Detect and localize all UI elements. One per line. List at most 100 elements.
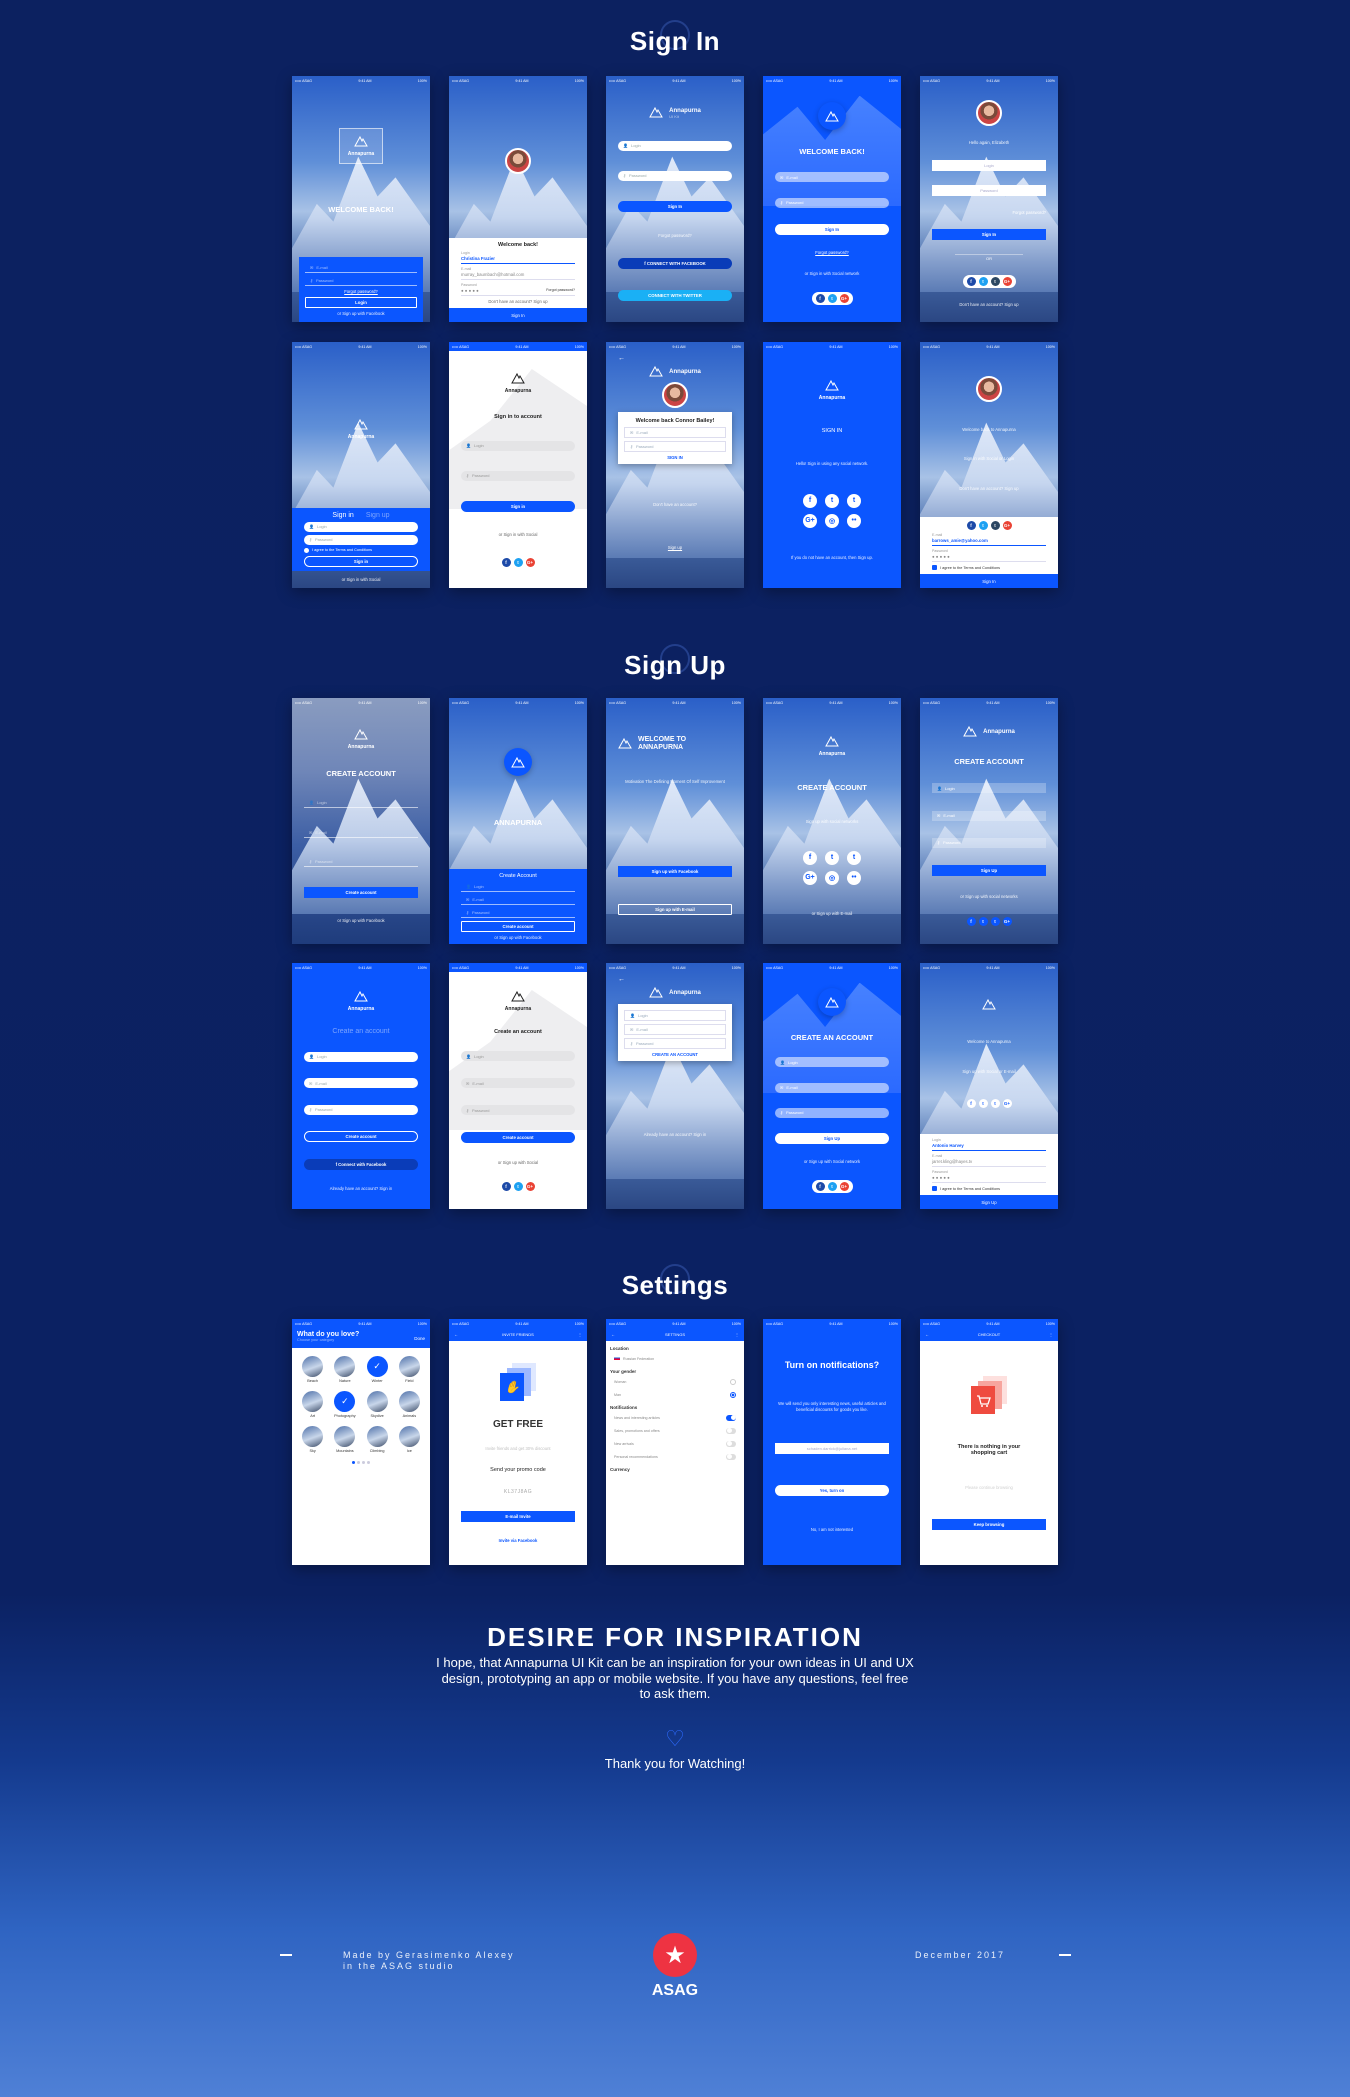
facebook-icon[interactable]: f	[815, 294, 825, 304]
action-button[interactable]: Create account	[461, 920, 575, 932]
password-input[interactable]: ⚷ Password	[304, 534, 418, 545]
action-button[interactable]: Sign In	[775, 223, 889, 235]
login-input[interactable]: 👤 Login	[618, 140, 732, 151]
twitter-icon[interactable]: t	[978, 1099, 988, 1109]
back-arrow-icon[interactable]: ←	[925, 1332, 929, 1337]
google-icon[interactable]: G+	[1002, 521, 1012, 530]
tumblr-icon[interactable]: t	[990, 916, 1000, 926]
login-input[interactable]: 👤 Login	[304, 521, 418, 532]
action-button[interactable]: Sign Up	[932, 865, 1046, 877]
tab-sign-in[interactable]: Sign in	[332, 512, 353, 519]
keep-browsing-button[interactable]: Keep browsing	[932, 1519, 1046, 1531]
checkbox-icon[interactable]	[932, 1186, 937, 1191]
notification-toggle[interactable]	[726, 1427, 736, 1434]
category-item[interactable]: ✓ Winter	[363, 1356, 392, 1383]
login-input[interactable]: 👤 Login	[461, 882, 575, 892]
action-button[interactable]: Sign in	[461, 500, 575, 512]
form-field[interactable]: Password ● ● ● ● ● Forgot password?	[461, 283, 575, 296]
action-button[interactable]: Sign in	[304, 555, 418, 567]
login-input[interactable]: 👤 Login	[304, 1051, 418, 1062]
page-dot[interactable]	[357, 1461, 360, 1464]
password-input[interactable]: ⚷ Password	[461, 1105, 575, 1116]
twitter-icon[interactable]: t	[978, 916, 988, 926]
twitter-icon[interactable]: t	[513, 1182, 523, 1192]
category-item[interactable]: Art	[298, 1391, 327, 1418]
category-item[interactable]: ✓ Photography	[330, 1391, 359, 1418]
login-input[interactable]: 👤 Login	[932, 783, 1046, 794]
password-input[interactable]: ⚷ Password	[304, 857, 418, 868]
page-dot[interactable]	[362, 1461, 365, 1464]
forgot-password-link[interactable]: Forgot password?	[546, 288, 575, 292]
done-button[interactable]: Done	[414, 1336, 425, 1341]
google-icon[interactable]: G+	[525, 1182, 535, 1192]
notification-toggle[interactable]	[726, 1440, 736, 1447]
form-field[interactable]: E-mail murray_baumbach@hotmail.com	[461, 267, 575, 280]
password-input[interactable]: ⚷ Password	[775, 1107, 889, 1118]
e-mail-input[interactable]: ✉ E-mail	[305, 263, 417, 273]
e-mail-input[interactable]: ✉ E-mail	[775, 172, 889, 183]
text-link[interactable]: CREATE AN ACCOUNT	[624, 1052, 726, 1057]
form-field[interactable]: E-mail jarret.kling@hayes.tv	[932, 1154, 1046, 1167]
back-arrow-icon[interactable]: ←	[454, 1332, 458, 1337]
twitter-icon[interactable]: t	[827, 294, 837, 304]
twitter-icon[interactable]: t	[978, 521, 988, 530]
more-menu-icon[interactable]: ⋮	[1049, 1332, 1053, 1337]
footer-button[interactable]: Sign In	[449, 308, 587, 322]
schaden-darrick-juliana-net-input[interactable]: schaden.darrick@juliana.net	[775, 1443, 889, 1455]
login-input[interactable]: Login	[932, 159, 1046, 171]
e-mail-input[interactable]: ✉ E-mail	[304, 828, 418, 838]
facebook-icon[interactable]: f	[966, 521, 976, 530]
password-input[interactable]: ⚷ Password	[624, 441, 726, 452]
password-input[interactable]: ⚷ Password	[305, 276, 417, 286]
action-button[interactable]: Create account	[304, 887, 418, 899]
back-arrow-icon[interactable]: ←	[611, 1332, 615, 1337]
invite-facebook-link[interactable]: Invite via Facebook	[499, 1538, 538, 1543]
e-mail-input[interactable]: ✉ E-mail	[775, 1082, 889, 1093]
form-field[interactable]: Password ● ● ● ● ●	[932, 549, 1046, 562]
twitter-icon[interactable]: t	[825, 493, 839, 508]
facebook-icon[interactable]: f	[815, 1181, 825, 1191]
action-button[interactable]: Create account	[461, 1131, 575, 1143]
text-link[interactable]: SIGN IN	[624, 455, 726, 460]
text-link[interactable]: Sign up	[668, 545, 682, 550]
google-icon[interactable]: G+	[1002, 276, 1012, 286]
form-field[interactable]: Password ● ● ● ● ●	[932, 1170, 1046, 1183]
e-mail-input[interactable]: ✉ E-mail	[932, 810, 1046, 821]
promo-code[interactable]: KL37J8AG	[504, 1489, 532, 1495]
action-button[interactable]: CONNECT WITH TWITTER	[618, 289, 732, 301]
facebook-icon[interactable]: f	[966, 276, 976, 286]
tumblr-icon[interactable]: t	[990, 276, 1000, 286]
login-input[interactable]: 👤 Login	[304, 798, 418, 809]
settings-row[interactable]: Sales, promotions and offers	[610, 1425, 740, 1436]
category-item[interactable]: Nature	[330, 1356, 359, 1383]
e-mail-input[interactable]: ✉ E-mail	[461, 895, 575, 905]
google-icon[interactable]: G+	[839, 1181, 849, 1191]
twitter-icon[interactable]: t	[827, 1181, 837, 1191]
gender-radio[interactable]	[730, 1378, 736, 1385]
facebook-icon[interactable]: f	[966, 916, 976, 926]
facebook-icon[interactable]: f	[501, 557, 511, 567]
google-icon[interactable]: G+	[839, 294, 849, 304]
footer-button[interactable]: Sign In	[920, 574, 1058, 588]
text-link[interactable]: Forgot password?	[344, 289, 378, 294]
e-mail-input[interactable]: ✉ E-mail	[624, 1024, 726, 1035]
tumblr-icon[interactable]: t	[990, 1099, 1000, 1109]
e-mail-input[interactable]: ✉ E-mail	[624, 427, 726, 438]
notification-toggle[interactable]	[726, 1453, 736, 1460]
category-item[interactable]: Sky	[298, 1426, 327, 1453]
checkbox-icon[interactable]	[932, 565, 937, 570]
e-mail-input[interactable]: ✉ E-mail	[461, 1078, 575, 1089]
facebook-icon[interactable]: f	[966, 1099, 976, 1109]
login-input[interactable]: 👤 Login	[461, 1051, 575, 1062]
twitter-icon[interactable]: t	[825, 850, 839, 865]
form-field[interactable]: Login Antonio Harvey	[932, 1138, 1046, 1151]
category-item[interactable]: Climbing	[363, 1426, 392, 1453]
text-link[interactable]: Forgot password?	[815, 250, 849, 255]
action-button[interactable]: Sign In	[932, 228, 1046, 240]
footer-button[interactable]: Sign Up	[920, 1195, 1058, 1209]
action-button[interactable]: Sign up with E-mail	[618, 904, 732, 916]
login-input[interactable]: 👤 Login	[461, 440, 575, 451]
checkbox-icon[interactable]	[304, 547, 309, 553]
email-invite-button[interactable]: E-mail Invite	[461, 1511, 575, 1523]
category-item[interactable]: Field	[395, 1356, 424, 1383]
